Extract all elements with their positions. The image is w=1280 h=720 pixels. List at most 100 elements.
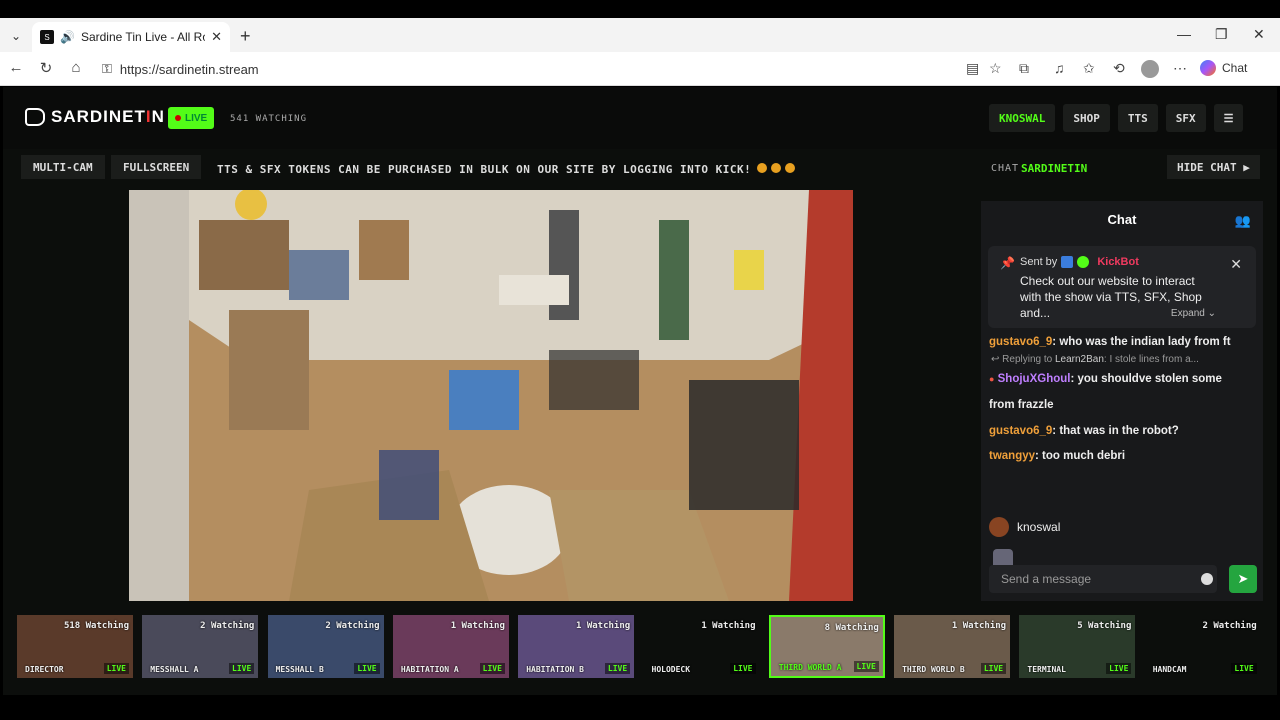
close-tab-icon[interactable]: ✕ xyxy=(211,29,222,45)
fullscreen-button[interactable]: FULLSCREEN xyxy=(111,155,202,179)
camera-thumb-habitation-a[interactable]: 1 Watching HABITATION A LIVE xyxy=(392,615,509,678)
avatar[interactable] xyxy=(989,517,1009,537)
thumb-name: THIRD WORLD A xyxy=(778,663,842,672)
thumb-live-badge: LIVE xyxy=(1106,663,1132,674)
thumb-live-badge: LIVE xyxy=(853,661,879,672)
nav-knoswal[interactable]: KNOSWAL xyxy=(989,104,1056,132)
more-icon[interactable]: ⋯ xyxy=(1173,60,1187,77)
media-icon[interactable]: ♫ xyxy=(1054,60,1065,76)
camera-thumb-terminal[interactable]: 5 Watching TERMINAL LIVE xyxy=(1019,615,1136,678)
chat-username[interactable]: gustavo6_9 xyxy=(989,425,1052,437)
url-field[interactable]: ⚿ https://sardinetin.stream xyxy=(96,57,1016,81)
send-button[interactable]: ➤ xyxy=(1229,565,1257,593)
chat-text: too much debri xyxy=(1042,450,1126,462)
speaker-icon[interactable]: 🔊 xyxy=(60,30,75,44)
camera-thumb-habitation-b[interactable]: 1 Watching HABITATION B LIVE xyxy=(518,615,635,678)
thumb-name: DIRECTOR xyxy=(25,665,64,674)
chat-text: you shouldve stolen some xyxy=(1077,373,1222,385)
emoji-icon[interactable] xyxy=(1201,573,1213,585)
refresh-icon[interactable]: ↻ xyxy=(36,59,56,77)
sub-badge-icon: ● xyxy=(989,374,995,384)
bot-name[interactable]: KickBot xyxy=(1097,256,1139,268)
site: SARDINETIN LIVE 541 WATCHING KNOSWAL SHO… xyxy=(3,87,1277,695)
nav-shop[interactable]: SHOP xyxy=(1063,104,1110,132)
thumb-name: HABITATION A xyxy=(400,665,459,674)
reader-icon[interactable]: ▤ xyxy=(966,60,979,77)
expand-button[interactable]: Expand ⌄ xyxy=(1171,308,1216,319)
thumb-watching: 1 Watching xyxy=(951,621,1007,631)
site-info-icon[interactable]: ⚿ xyxy=(102,61,112,77)
message-input[interactable]: Send a message xyxy=(989,565,1217,593)
menu-icon[interactable]: ☰ xyxy=(1213,104,1244,132)
chat-text: who was the indian lady from ft xyxy=(1059,336,1231,348)
address-bar-row: ← ↻ ⌂ ⚿ https://sardinetin.stream ▤ ☆ ⧉ … xyxy=(0,52,1280,86)
chat-message: ● ShojuXGhoul: you shouldve stolen some xyxy=(989,373,1222,385)
logo[interactable]: SARDINETIN xyxy=(25,107,176,127)
nav-tts[interactable]: TTS xyxy=(1117,104,1158,132)
sent-by-label: Sent by xyxy=(1020,256,1058,268)
chat-message-continued: from frazzle xyxy=(989,399,1054,411)
extensions-icon[interactable]: ⧉ xyxy=(1019,60,1029,77)
home-icon[interactable]: ⌂ xyxy=(66,59,86,76)
multi-cam-button[interactable]: MULTI-CAM xyxy=(21,155,105,179)
restore-icon[interactable]: ❐ xyxy=(1215,26,1228,43)
users-icon[interactable]: 👥 xyxy=(1235,213,1251,229)
camera-thumb-director[interactable]: 518 Watching DIRECTOR LIVE xyxy=(17,615,133,678)
new-tab-icon[interactable]: + xyxy=(240,26,251,47)
pin-icon: 📌 xyxy=(1000,256,1015,270)
thumb-watching: 5 Watching xyxy=(1077,621,1132,631)
thumb-watching: 8 Watching xyxy=(824,623,879,633)
camera-thumb-messhall-b[interactable]: 2 Watching MESSHALL B LIVE xyxy=(267,615,384,678)
camera-thumb-messhall-a[interactable]: 2 Watching MESSHALL A LIVE xyxy=(142,615,259,678)
nav-sfx[interactable]: SFX xyxy=(1165,104,1206,132)
thumb-live-badge: LIVE xyxy=(479,663,505,674)
back-icon[interactable]: ← xyxy=(6,59,26,76)
top-nav: SARDINETIN LIVE 541 WATCHING KNOSWAL SHO… xyxy=(3,87,1277,149)
chat-username[interactable]: twangyy xyxy=(989,450,1035,462)
ticker-dots xyxy=(757,163,799,176)
current-user: knoswal xyxy=(989,517,1060,537)
tab-list-icon[interactable]: ⌄ xyxy=(6,26,26,46)
chat-message: gustavo6_9: who was the indian lady from… xyxy=(989,336,1231,348)
minimize-icon[interactable]: — xyxy=(1177,26,1191,42)
live-badge: LIVE xyxy=(168,107,215,129)
tab-strip: ⌄ S 🔊 Sardine Tin Live - All Rooms, / ✕ … xyxy=(0,18,1280,52)
camera-thumb-third-world-a[interactable]: 8 Watching THIRD WORLD A LIVE xyxy=(768,615,885,678)
favorite-star-icon[interactable]: ☆ xyxy=(989,60,1002,77)
close-icon[interactable]: ✕ xyxy=(1230,256,1242,273)
chat-input-area: knoswal Send a message ➤ xyxy=(981,517,1263,601)
thumb-watching: 2 Watching xyxy=(325,621,380,631)
favicon-icon: S xyxy=(40,30,54,44)
profile-avatar[interactable] xyxy=(1141,60,1159,78)
verified-badge-icon xyxy=(1077,256,1090,268)
thumb-name: TERMINAL xyxy=(1027,665,1066,674)
tab-title: Sardine Tin Live - All Rooms, / xyxy=(80,30,205,44)
watching-count: 541 WATCHING xyxy=(230,114,308,124)
thumb-watching: 2 Watching xyxy=(200,621,255,631)
close-window-icon[interactable]: ✕ xyxy=(1253,26,1265,43)
thumb-watching: 1 Watching xyxy=(576,621,631,631)
camera-thumb-handcam[interactable]: 2 Watching HANDCAM LIVE xyxy=(1144,615,1261,678)
chat-username[interactable]: gustavo6_9 xyxy=(989,336,1052,348)
chat-label: CHAT xyxy=(991,163,1020,174)
logo-text: SARDINET xyxy=(51,107,146,126)
hide-chat-button[interactable]: HIDE CHAT ▶ xyxy=(1167,155,1260,179)
chat-message: gustavo6_9: that was in the robot? xyxy=(989,425,1179,437)
copilot-label: Chat xyxy=(1222,61,1248,75)
favorites-icon[interactable]: ✩ xyxy=(1083,60,1095,77)
reply-context[interactable]: ↩ Replying to Learn2Ban: I stole lines f… xyxy=(991,354,1199,365)
thumb-live-badge: LIVE xyxy=(980,663,1007,674)
video-player[interactable] xyxy=(129,190,853,601)
copilot-chat-button[interactable]: Chat xyxy=(1200,60,1247,76)
thumb-live-badge: LIVE xyxy=(730,663,756,674)
chat-username[interactable]: ShojuXGhoul xyxy=(998,373,1071,385)
pinned-message: 📌 Sent by KickBot ✕ Check out our websit… xyxy=(988,246,1256,328)
camera-thumb-holodeck[interactable]: 1 Watching HOLODECK LIVE xyxy=(643,615,760,678)
thumb-name: MESSHALL B xyxy=(275,665,324,674)
history-icon[interactable]: ⟲ xyxy=(1113,60,1125,77)
camera-thumb-third-world-b[interactable]: 1 Watching THIRD WORLD B LIVE xyxy=(894,615,1011,678)
thumb-watching: 1 Watching xyxy=(701,621,756,631)
thumb-live-badge: LIVE xyxy=(604,663,631,674)
browser-tab[interactable]: S 🔊 Sardine Tin Live - All Rooms, / ✕ xyxy=(32,22,230,52)
thumb-watching: 2 Watching xyxy=(1202,621,1257,631)
